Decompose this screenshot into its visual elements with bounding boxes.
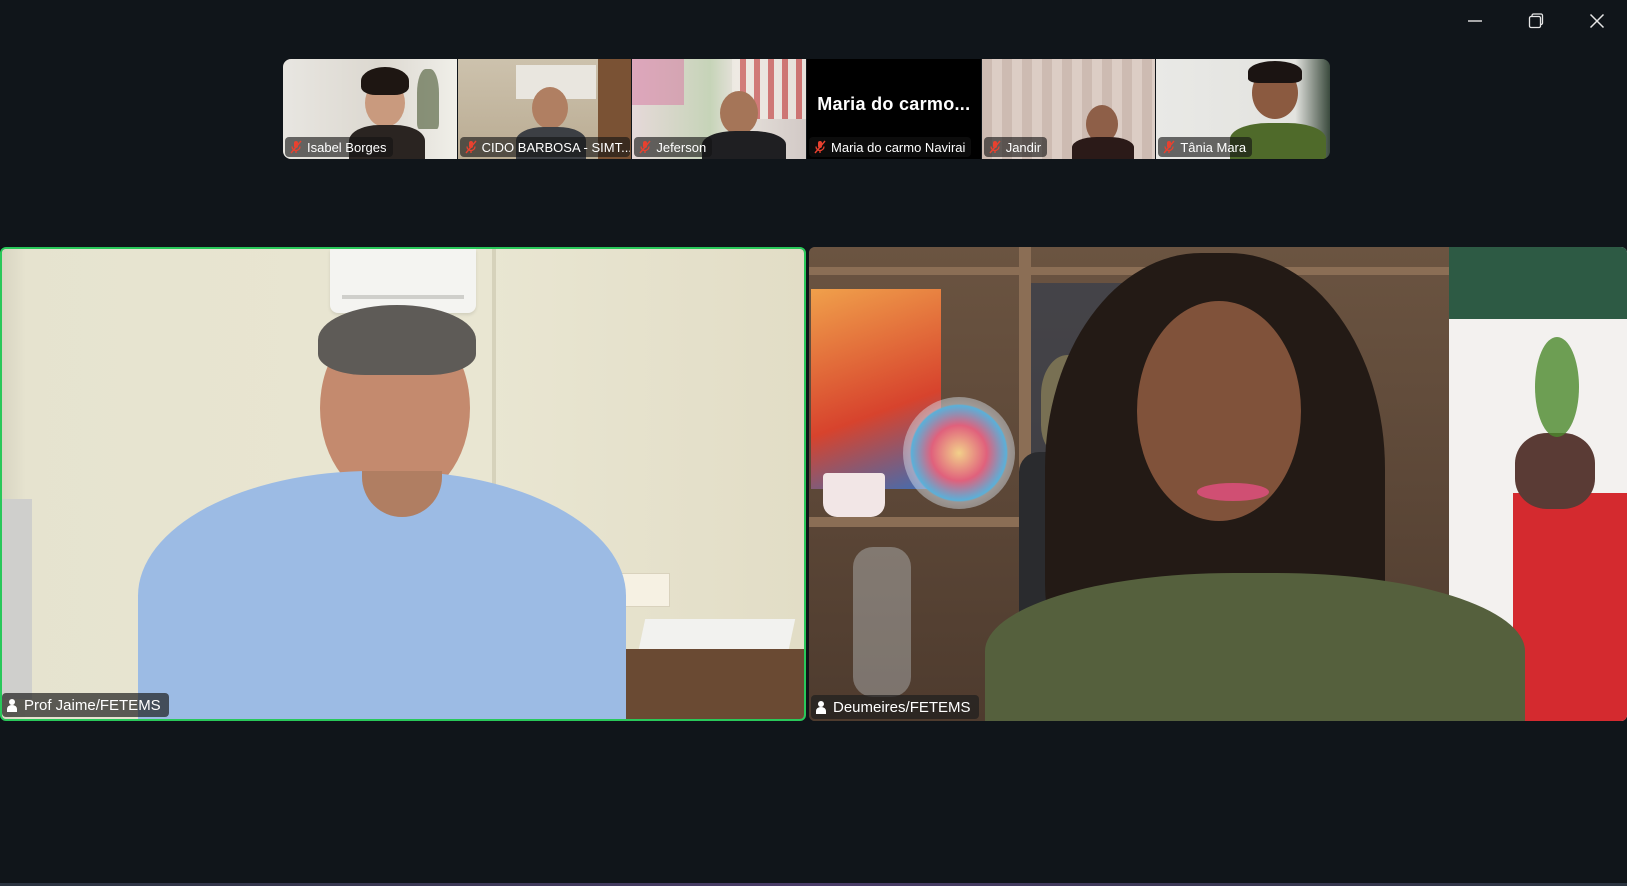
participant-name: CIDO BARBOSA - SIMT... (481, 139, 630, 155)
close-button[interactable] (1566, 0, 1627, 42)
participant-thumbnail[interactable]: Tânia Mara (1156, 59, 1330, 159)
participant-name: Isabel Borges (307, 139, 387, 155)
participant-name: Jeferson (656, 139, 707, 155)
mic-off-icon (639, 140, 651, 154)
speaker-name-tag: Deumeires/FETEMS (811, 695, 979, 719)
restore-icon (1528, 13, 1543, 29)
speaker-name-tag: Prof Jaime/FETEMS (2, 693, 169, 717)
participant-label: CIDO BARBOSA - SIMT... (459, 137, 630, 157)
close-icon (1589, 13, 1604, 29)
person-icon (7, 699, 17, 712)
participant-thumbnail[interactable]: CIDO BARBOSA - SIMT... (457, 59, 632, 159)
mic-off-icon (1163, 140, 1175, 154)
participant-label: Jandir (983, 137, 1048, 157)
participant-name: Maria do carmo Navirai (831, 139, 966, 155)
video-feed (809, 247, 1627, 721)
participant-thumbnail[interactable]: Isabel Borges (283, 59, 457, 159)
participant-thumbnail[interactable]: Jandir (981, 59, 1156, 159)
participant-label: Isabel Borges (285, 137, 393, 157)
meeting-window: Isabel Borges CIDO BARBOSA - SIMT... Jef… (0, 0, 1627, 886)
mic-off-icon (989, 140, 1001, 154)
participant-name: Jandir (1005, 139, 1042, 155)
window-controls (1444, 0, 1627, 42)
participant-display-name: Maria do carmo... (817, 93, 971, 114)
speaker-name: Prof Jaime/FETEMS (24, 696, 161, 714)
speaker-video-tile[interactable]: Prof Jaime/FETEMS (0, 247, 806, 721)
minimize-button[interactable] (1444, 0, 1505, 42)
video-feed (2, 249, 804, 719)
participant-thumbnail[interactable]: Maria do carmo... Maria do carmo Navirai (807, 59, 981, 159)
minimize-icon (1467, 20, 1482, 22)
participant-name: Tânia Mara (1180, 139, 1247, 155)
mic-off-icon (814, 140, 826, 154)
speaker-video-tile[interactable]: Deumeires/FETEMS (809, 247, 1627, 721)
participant-thumbnail[interactable]: Jeferson (632, 59, 807, 159)
mic-off-icon (290, 140, 302, 154)
participant-label: Jeferson (634, 137, 713, 157)
participant-label: Tânia Mara (1158, 137, 1253, 157)
mic-off-icon (465, 140, 477, 154)
participant-filmstrip: Isabel Borges CIDO BARBOSA - SIMT... Jef… (283, 59, 1330, 159)
restore-button[interactable] (1505, 0, 1566, 42)
person-icon (816, 701, 826, 714)
participant-label: Maria do carmo Navirai (809, 137, 972, 157)
speaker-name: Deumeires/FETEMS (833, 698, 971, 716)
